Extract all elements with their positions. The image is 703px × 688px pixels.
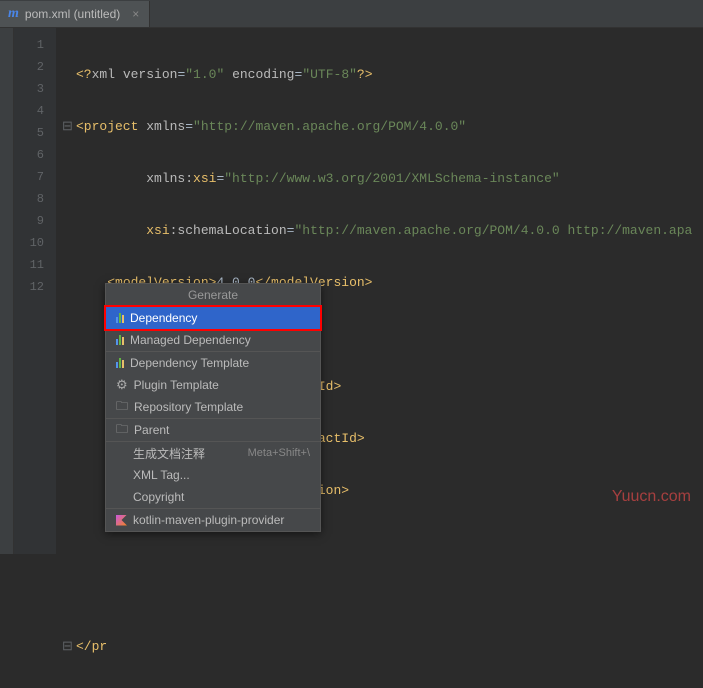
tab-pom-xml[interactable]: m pom.xml (untitled) × [0,1,150,27]
menu-item-managed-dependency[interactable]: Managed Dependency [106,329,320,351]
line-number: 4 [14,100,56,122]
line-number: 3 [14,78,56,100]
menu-label: Plugin Template [134,378,219,392]
line-number: 2 [14,56,56,78]
menu-label: Managed Dependency [130,333,251,347]
menu-item-plugin-template[interactable]: ⚙ Plugin Template [106,374,320,396]
line-number: 9 [14,210,56,232]
tab-bar: m pom.xml (untitled) × [0,0,703,28]
kotlin-icon [116,515,127,526]
menu-label: Repository Template [134,400,243,414]
fold-icon[interactable] [62,64,76,86]
menu-item-dependency-template[interactable]: Dependency Template [106,352,320,374]
menu-label: Dependency Template [130,356,249,370]
line-number: 5 [14,122,56,144]
line-number: 12 [14,276,56,298]
plugin-icon: ⚙ [116,377,128,393]
line-number: 8 [14,188,56,210]
menu-item-dependency[interactable]: Dependency [106,307,320,329]
bars-icon [116,313,124,323]
fold-end-icon[interactable]: ⊟ [62,636,76,658]
menu-item-kotlin-provider[interactable]: kotlin-maven-plugin-provider [106,509,320,531]
popup-title: Generate [106,284,320,306]
line-number: 11 [14,254,56,276]
line-number: 1 [14,34,56,56]
tab-label: pom.xml (untitled) [25,7,120,21]
line-number: 10 [14,232,56,254]
menu-label: Dependency [130,311,197,325]
repository-icon: 🗀 [116,397,128,418]
fold-collapse-icon[interactable]: ⊟ [62,116,76,138]
menu-label: kotlin-maven-plugin-provider [133,513,284,527]
left-gutter-strip [0,28,14,554]
bars-icon [116,335,124,345]
menu-item-doc-comment[interactable]: 生成文档注释 Meta+Shift+\ [106,442,320,464]
bars-icon [116,358,124,368]
watermark: Yuucn.com [612,488,691,506]
menu-item-repository-template[interactable]: 🗀 Repository Template [106,396,320,418]
menu-label: 生成文档注释 [133,445,205,462]
shortcut-label: Meta+Shift+\ [248,447,310,459]
menu-item-parent[interactable]: 🗀 Parent [106,419,320,441]
line-number: 7 [14,166,56,188]
line-number-gutter: 1 2 3 4 5 6 7 8 9 10 11 12 [14,28,56,554]
menu-label: XML Tag... [133,468,190,482]
close-icon[interactable]: × [132,7,139,21]
line-number: 6 [14,144,56,166]
parent-icon: 🗀 [116,420,128,441]
menu-label: Copyright [133,490,184,504]
menu-label: Parent [134,423,169,437]
menu-item-xml-tag[interactable]: XML Tag... [106,464,320,486]
maven-icon: m [8,6,19,22]
menu-item-copyright[interactable]: Copyright [106,486,320,508]
generate-popup: Generate Dependency Managed Dependency D… [105,283,321,532]
